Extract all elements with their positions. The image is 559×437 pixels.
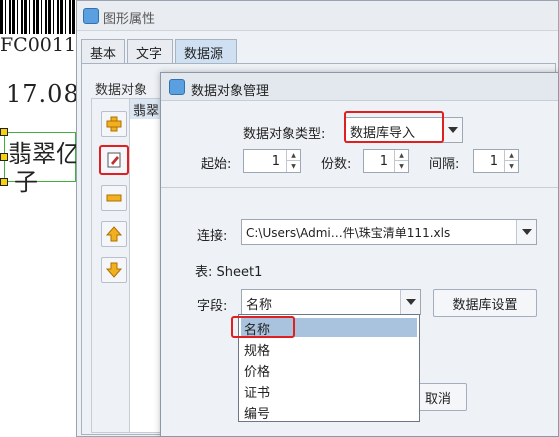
dropdown-option[interactable]: 证书 (241, 381, 417, 401)
interval-value: 1 (489, 154, 498, 169)
resize-handle[interactable] (0, 128, 8, 136)
move-up-icon (105, 226, 123, 242)
move-up-button[interactable] (101, 221, 127, 247)
spin-down-icon[interactable]: ▼ (287, 161, 300, 172)
field-select[interactable]: 名称 (241, 289, 421, 315)
separator (161, 187, 558, 188)
spin-up-icon[interactable]: ▲ (287, 150, 300, 161)
db-settings-button[interactable]: 数据库设置 (433, 289, 537, 317)
field-label: 字段: (197, 299, 228, 314)
dropdown-option[interactable]: 编号 (241, 402, 417, 422)
spin-up-icon[interactable]: ▲ (395, 150, 408, 161)
dialog-titlebar[interactable]: 数据对象管理 (161, 73, 558, 101)
connection-label: 连接: (197, 229, 228, 244)
tab-basic[interactable]: 基本 (81, 39, 125, 63)
remove-icon (106, 194, 122, 202)
interval-label: 间隔: (429, 157, 460, 172)
start-spinner[interactable]: 1 ▲ ▼ (243, 149, 301, 173)
list-item[interactable]: 翡翠 (133, 100, 159, 119)
dropdown-arrow-icon[interactable] (400, 290, 420, 314)
barcode-text[interactable]: FC0011 (0, 34, 76, 56)
dropdown-arrow-icon[interactable] (516, 220, 536, 244)
table-label: 表: Sheet1 (195, 265, 263, 280)
properties-title: 图形属性 (103, 12, 156, 27)
start-value: 1 (271, 154, 280, 169)
connection-select[interactable]: C:\Users\Admi…件\珠宝清单111.xls (241, 219, 537, 245)
canvas-text-line2: 子 (14, 168, 38, 196)
remove-button[interactable] (101, 185, 127, 211)
properties-titlebar[interactable]: 图形属性 (77, 1, 558, 31)
dialog-title: 数据对象管理 (191, 84, 270, 99)
start-label: 起始: (201, 157, 232, 172)
move-down-icon (105, 262, 123, 278)
edit-icon (107, 152, 121, 168)
copies-label: 份数: (321, 157, 352, 172)
connection-value: C:\Users\Admi…件\珠宝清单111.xls (246, 226, 451, 240)
dropdown-option[interactable]: 规格 (241, 339, 417, 359)
app-icon (83, 8, 99, 24)
edit-button[interactable] (99, 145, 129, 175)
field-select-value: 名称 (246, 298, 273, 313)
copies-spinner[interactable]: 1 ▲ ▼ (363, 149, 409, 173)
option-highlight (231, 316, 295, 338)
spin-down-icon[interactable]: ▼ (395, 161, 408, 172)
spin-up-icon[interactable]: ▲ (505, 150, 518, 161)
resize-handle[interactable] (0, 153, 8, 161)
price-text[interactable]: 17.08 (6, 80, 80, 108)
tab-text[interactable]: 文字 (127, 39, 173, 63)
interval-spinner[interactable]: 1 ▲ ▼ (473, 149, 519, 173)
copies-value: 1 (379, 154, 388, 169)
resize-handle[interactable] (0, 178, 8, 186)
add-button[interactable] (101, 111, 127, 137)
data-object-group-title: 数据对象 (95, 83, 148, 98)
dropdown-arrow-icon[interactable] (442, 118, 462, 142)
dropdown-option[interactable]: 价格 (241, 360, 417, 380)
move-down-button[interactable] (101, 257, 127, 283)
type-label: 数据对象类型: (243, 127, 326, 142)
barcode-graphic[interactable] (0, 0, 78, 34)
type-highlight (344, 111, 444, 143)
tab-datasource[interactable]: 数据源 (175, 39, 237, 65)
app-icon (169, 79, 185, 95)
add-icon (106, 116, 122, 132)
spin-down-icon[interactable]: ▼ (505, 161, 518, 172)
